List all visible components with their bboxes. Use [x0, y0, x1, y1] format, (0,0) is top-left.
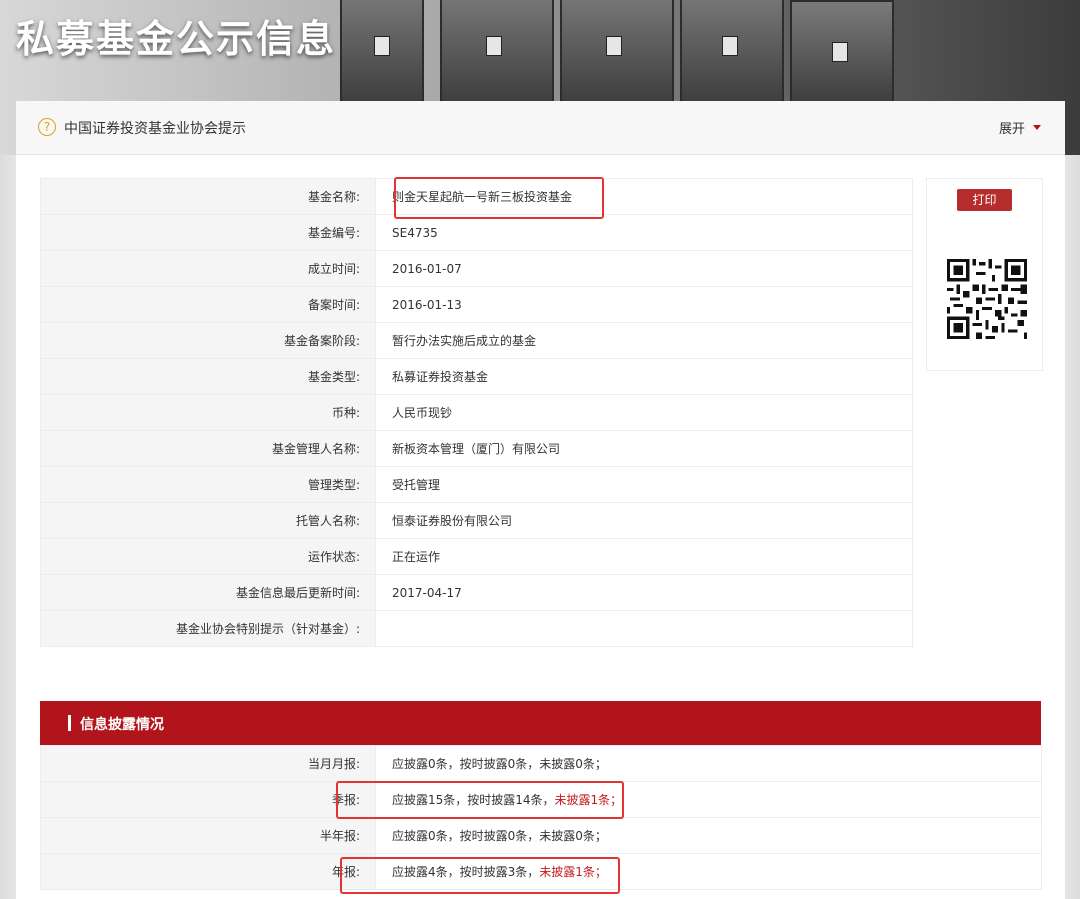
info-value [375, 610, 913, 647]
info-label: 基金备案阶段: [40, 322, 376, 359]
info-row: 基金信息最后更新时间: 2017-04-17 [40, 574, 913, 611]
info-row: 管理类型: 受托管理 [40, 466, 913, 503]
info-value: 人民币现钞 [375, 394, 913, 431]
info-value: SE4735 [375, 214, 913, 251]
expand-button[interactable]: 展开 [999, 118, 1025, 137]
info-value: 私募证券投资基金 [375, 358, 913, 395]
info-row: 基金备案阶段: 暂行办法实施后成立的基金 [40, 322, 913, 359]
cabinet-image [680, 0, 784, 104]
qr-code-icon [947, 259, 1027, 339]
info-label: 基金信息最后更新时间: [40, 574, 376, 611]
info-row: 基金编号: SE4735 [40, 214, 913, 251]
cabinet-image [560, 0, 674, 104]
disclosure-value: 应披露0条，按时披露0条，未披露0条； [375, 817, 1042, 854]
highlight-quarterly [336, 781, 624, 819]
side-box: 打印 [926, 178, 1043, 371]
disclosure-header: 信息披露情况 [40, 701, 1041, 745]
section-marker [68, 715, 71, 731]
disclosure-label: 年报: [40, 853, 376, 890]
info-value: 新板资本管理（厦门）有限公司 [375, 430, 913, 467]
disclosure-label: 当月月报: [40, 745, 376, 782]
page-title: 私募基金公示信息 [16, 17, 337, 61]
disclosure-value: 应披露0条，按时披露0条，未披露0条； [375, 745, 1042, 782]
info-label: 基金编号: [40, 214, 376, 251]
info-label: 成立时间: [40, 250, 376, 287]
info-value: 正在运作 [375, 538, 913, 575]
cabinet-image [340, 0, 424, 104]
notice-bar[interactable]: ? 中国证券投资基金业协会提示 展开 [16, 101, 1065, 155]
cabinet-image [440, 0, 554, 104]
info-row: 币种: 人民币现钞 [40, 394, 913, 431]
info-row: 基金类型: 私募证券投资基金 [40, 358, 913, 395]
info-label: 管理类型: [40, 466, 376, 503]
cabinet-image [790, 0, 894, 104]
info-label: 币种: [40, 394, 376, 431]
print-button[interactable]: 打印 [957, 189, 1012, 211]
fund-info-table: 基金名称: 则金天星起航一号新三板投资基金 基金编号: SE4735 成立时间: 2016… [40, 178, 913, 647]
info-value: 恒泰证券股份有限公司 [375, 502, 913, 539]
info-row: 托管人名称: 恒泰证券股份有限公司 [40, 502, 913, 539]
question-icon: ? [38, 118, 56, 136]
disclosure-row: 半年报: 应披露0条，按时披露0条，未披露0条； [40, 817, 1042, 854]
info-label: 基金名称: [40, 178, 376, 215]
info-row: 基金管理人名称: 新板资本管理（厦门）有限公司 [40, 430, 913, 467]
disclosure-counts: 应披露0条，按时披露0条，未披露0条； [392, 829, 607, 843]
disclosure-counts: 应披露0条，按时披露0条，未披露0条； [392, 757, 607, 771]
disclosure-title: 信息披露情况 [80, 717, 164, 733]
info-label: 托管人名称: [40, 502, 376, 539]
info-value: 2017-04-17 [375, 574, 913, 611]
info-label: 基金管理人名称: [40, 430, 376, 467]
info-row: 基金业协会特别提示（针对基金）: [40, 610, 913, 647]
notice-text: 中国证券投资基金业协会提示 [64, 121, 246, 137]
info-value: 2016-01-07 [375, 250, 913, 287]
disclosure-label: 半年报: [40, 817, 376, 854]
info-row: 备案时间: 2016-01-13 [40, 286, 913, 323]
info-value: 暂行办法实施后成立的基金 [375, 322, 913, 359]
disclosure-label: 季报: [40, 781, 376, 818]
highlight-fund-name [394, 177, 604, 219]
info-label: 运作状态: [40, 538, 376, 575]
info-label: 基金类型: [40, 358, 376, 395]
info-value: 2016-01-13 [375, 286, 913, 323]
disclosure-row: 当月月报: 应披露0条，按时披露0条，未披露0条； [40, 745, 1042, 782]
info-label: 备案时间: [40, 286, 376, 323]
caret-down-icon[interactable] [1033, 125, 1041, 130]
info-label: 基金业协会特别提示（针对基金）: [40, 610, 376, 647]
info-row: 运作状态: 正在运作 [40, 538, 913, 575]
info-value: 受托管理 [375, 466, 913, 503]
info-row: 成立时间: 2016-01-07 [40, 250, 913, 287]
highlight-annual [340, 857, 620, 894]
